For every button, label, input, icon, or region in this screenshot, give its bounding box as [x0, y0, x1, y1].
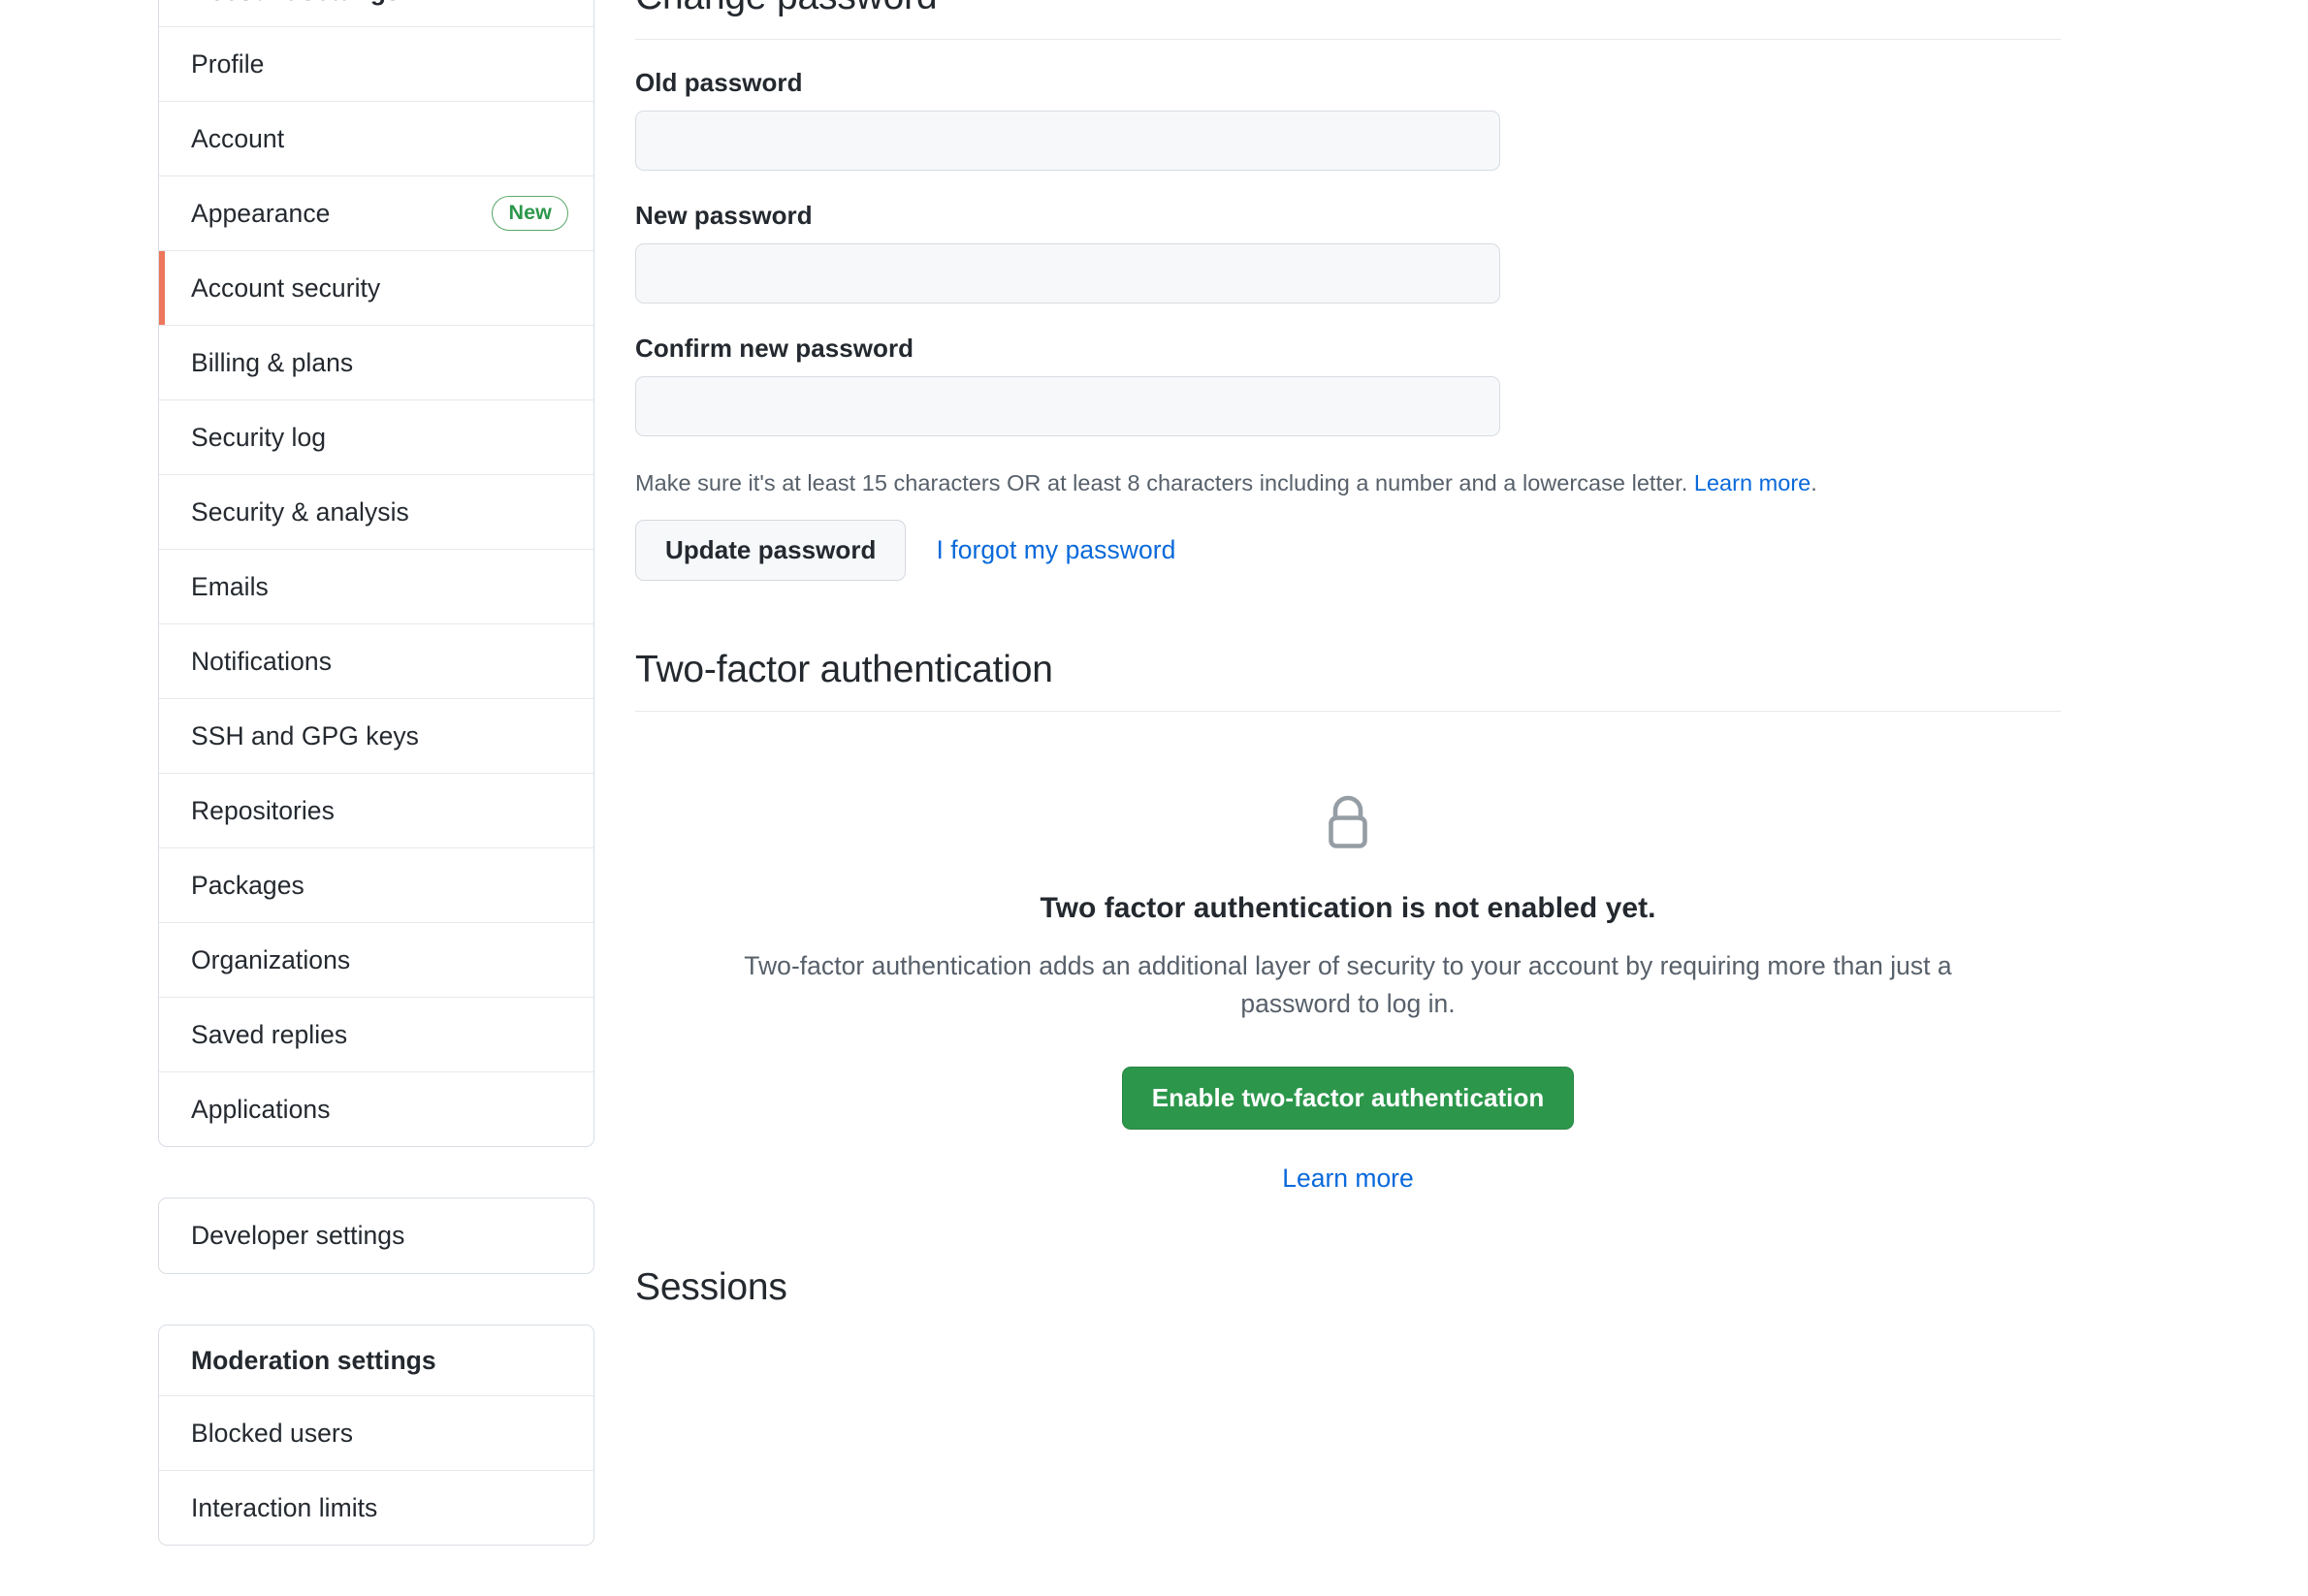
- sidebar-item-label: Notifications: [191, 646, 332, 676]
- change-password-actions: Update password I forgot my password: [635, 519, 2061, 581]
- developer-settings-nav-card: Developer settings: [158, 1197, 594, 1274]
- sidebar-item-organizations[interactable]: Organizations: [159, 922, 593, 997]
- sidebar-item-billing-and-plans[interactable]: Billing & plans: [159, 325, 593, 399]
- sidebar-item-label: Packages: [191, 870, 305, 900]
- main-content: Change password Old password New passwor…: [635, 0, 2061, 1329]
- two-factor-title: Two-factor authentication: [635, 650, 2061, 713]
- two-factor-authentication-section: Two-factor authentication Two factor aut…: [635, 650, 2061, 1195]
- new-password-input[interactable]: [635, 243, 1500, 303]
- password-requirements-hint: Make sure it's at least 15 characters OR…: [635, 468, 2061, 498]
- update-password-button[interactable]: Update password: [635, 519, 907, 581]
- sidebar-item-account-security[interactable]: Account security: [159, 250, 593, 325]
- sidebar-item-saved-replies[interactable]: Saved replies: [159, 997, 593, 1071]
- password-hint-suffix: .: [1811, 470, 1817, 495]
- moderation-settings-heading-label: Moderation settings: [191, 1345, 436, 1375]
- confirm-password-label: Confirm new password: [635, 334, 914, 363]
- sidebar-item-developer-settings[interactable]: Developer settings: [159, 1198, 593, 1273]
- sidebar-item-label: Profile: [191, 48, 265, 79]
- sidebar-item-label: Security & analysis: [191, 496, 409, 527]
- sidebar-item-repositories[interactable]: Repositories: [159, 773, 593, 847]
- sidebar-item-ssh-and-gpg-keys[interactable]: SSH and GPG keys: [159, 698, 593, 773]
- sidebar-item-label: Interaction limits: [191, 1492, 378, 1522]
- lock-icon: [1329, 796, 1367, 849]
- moderation-settings-nav-card: Moderation settings Blocked users Intera…: [158, 1325, 594, 1546]
- sidebar-item-label: Organizations: [191, 944, 351, 974]
- two-factor-status-heading: Two factor authentication is not enabled…: [1040, 892, 1656, 925]
- sidebar-item-label: Emails: [191, 571, 269, 601]
- sidebar-item-label: Appearance: [191, 198, 331, 228]
- old-password-field-group: Old password: [635, 70, 2061, 171]
- new-badge: New: [492, 195, 568, 232]
- change-password-form: Old password New password Confirm new pa…: [635, 0, 2061, 581]
- sidebar-item-applications[interactable]: Applications: [159, 1071, 593, 1146]
- sidebar-item-packages[interactable]: Packages: [159, 847, 593, 922]
- sidebar-item-security-log[interactable]: Security log: [159, 399, 593, 474]
- sidebar-item-label: Blocked users: [191, 1418, 354, 1448]
- settings-sidebar: Account settings Profile Account Appeara…: [158, 0, 594, 1596]
- moderation-settings-heading: Moderation settings: [159, 1325, 593, 1395]
- password-hint-learn-more-link[interactable]: Learn more: [1694, 470, 1811, 495]
- settings-page: Account settings Profile Account Appeara…: [0, 0, 2308, 1546]
- sidebar-item-label: Developer settings: [191, 1221, 405, 1251]
- sidebar-item-interaction-limits[interactable]: Interaction limits: [159, 1470, 593, 1545]
- confirm-password-field-group: Confirm new password: [635, 335, 2061, 436]
- two-factor-description: Two-factor authentication adds an additi…: [744, 951, 1952, 1018]
- sessions-section: Sessions: [635, 1266, 2061, 1329]
- sidebar-item-blocked-users[interactable]: Blocked users: [159, 1395, 593, 1470]
- sidebar-item-security-and-analysis[interactable]: Security & analysis: [159, 474, 593, 549]
- sidebar-item-label: Applications: [191, 1094, 331, 1124]
- enable-two-factor-authentication-button[interactable]: Enable two-factor authentication: [1121, 1067, 1575, 1131]
- old-password-input[interactable]: [635, 111, 1500, 171]
- account-settings-heading-label: Account settings: [191, 0, 401, 4]
- sidebar-item-label: SSH and GPG keys: [191, 720, 419, 750]
- sidebar-item-notifications[interactable]: Notifications: [159, 623, 593, 698]
- sidebar-item-label: Account: [191, 123, 285, 153]
- account-settings-nav-card: Account settings Profile Account Appeara…: [158, 0, 594, 1147]
- change-password-title: Change password: [635, 0, 2061, 40]
- new-password-field-group: New password: [635, 203, 2061, 303]
- password-hint-text: Make sure it's at least 15 characters OR…: [635, 470, 1694, 495]
- sidebar-item-label: Account security: [191, 272, 381, 303]
- sessions-title: Sessions: [635, 1266, 787, 1309]
- new-password-label: New password: [635, 201, 813, 230]
- sidebar-item-label: Security log: [191, 422, 327, 452]
- confirm-password-input[interactable]: [635, 376, 1500, 436]
- sidebar-item-label: Saved replies: [191, 1019, 348, 1049]
- sidebar-item-emails[interactable]: Emails: [159, 549, 593, 623]
- old-password-label: Old password: [635, 68, 803, 97]
- sidebar-item-label: Billing & plans: [191, 347, 354, 377]
- sidebar-item-label: Repositories: [191, 795, 335, 825]
- sidebar-item-appearance[interactable]: Appearance New: [159, 176, 593, 250]
- forgot-password-link[interactable]: I forgot my password: [936, 535, 1175, 565]
- account-settings-heading: Account settings: [159, 0, 593, 26]
- sidebar-item-profile[interactable]: Profile: [159, 26, 593, 101]
- sidebar-item-account[interactable]: Account: [159, 101, 593, 176]
- two-factor-blankslate: Two factor authentication is not enabled…: [635, 712, 2061, 1194]
- two-factor-learn-more-link[interactable]: Learn more: [635, 1164, 2061, 1194]
